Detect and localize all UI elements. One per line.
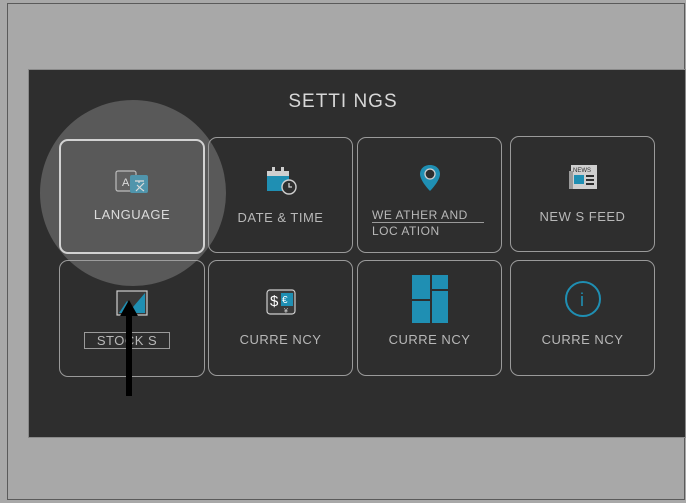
tile-date-time[interactable]: DATE & TIME — [208, 137, 353, 253]
tile-currency-2-label: CURRE NCY — [388, 332, 471, 347]
page-title: SETTI NGS — [288, 91, 398, 112]
tile-currency-3-label: CURRE NCY — [541, 332, 624, 347]
tiles-layout-icon — [410, 273, 450, 330]
tile-weather-location-label-1: WE ATHER AND — [372, 208, 484, 223]
tile-currency-1[interactable]: $ € ¥ CURRE NCY — [208, 260, 353, 376]
language-icon-text: A — [122, 177, 130, 189]
pointer-arrow-icon — [120, 300, 138, 396]
info-icon-text: i — [580, 290, 584, 310]
newspaper-icon-text: NEWS — [573, 168, 591, 174]
location-pin-icon — [418, 163, 442, 198]
currency-dollar-text: $ — [270, 293, 279, 310]
tile-date-time-label: DATE & TIME — [237, 210, 324, 225]
currency-yen-text: ¥ — [284, 308, 288, 315]
info-icon: i — [563, 279, 603, 324]
tile-currency-3[interactable]: i CURRE NCY — [510, 260, 655, 376]
tile-currency-1-label: CURRE NCY — [239, 332, 322, 347]
tile-news-feed-label: NEW S FEED — [539, 209, 626, 224]
tile-weather-location[interactable]: WE ATHER AND LOC ATION — [357, 137, 502, 253]
tile-weather-location-label-2: LOC ATION — [372, 224, 440, 238]
tile-currency-2[interactable]: CURRE NCY — [357, 260, 502, 376]
language-icon: A — [113, 169, 151, 200]
currency-euro-text: € — [282, 295, 288, 306]
tile-language-label: LANGUAGE — [93, 207, 171, 222]
tile-news-feed[interactable]: NEWS NEW S FEED — [510, 136, 655, 252]
newspaper-icon: NEWS — [567, 163, 599, 196]
currency-exchange-icon: $ € ¥ — [264, 287, 298, 322]
calendar-clock-icon — [264, 165, 298, 200]
tile-language[interactable]: A LANGUAGE — [59, 139, 205, 254]
